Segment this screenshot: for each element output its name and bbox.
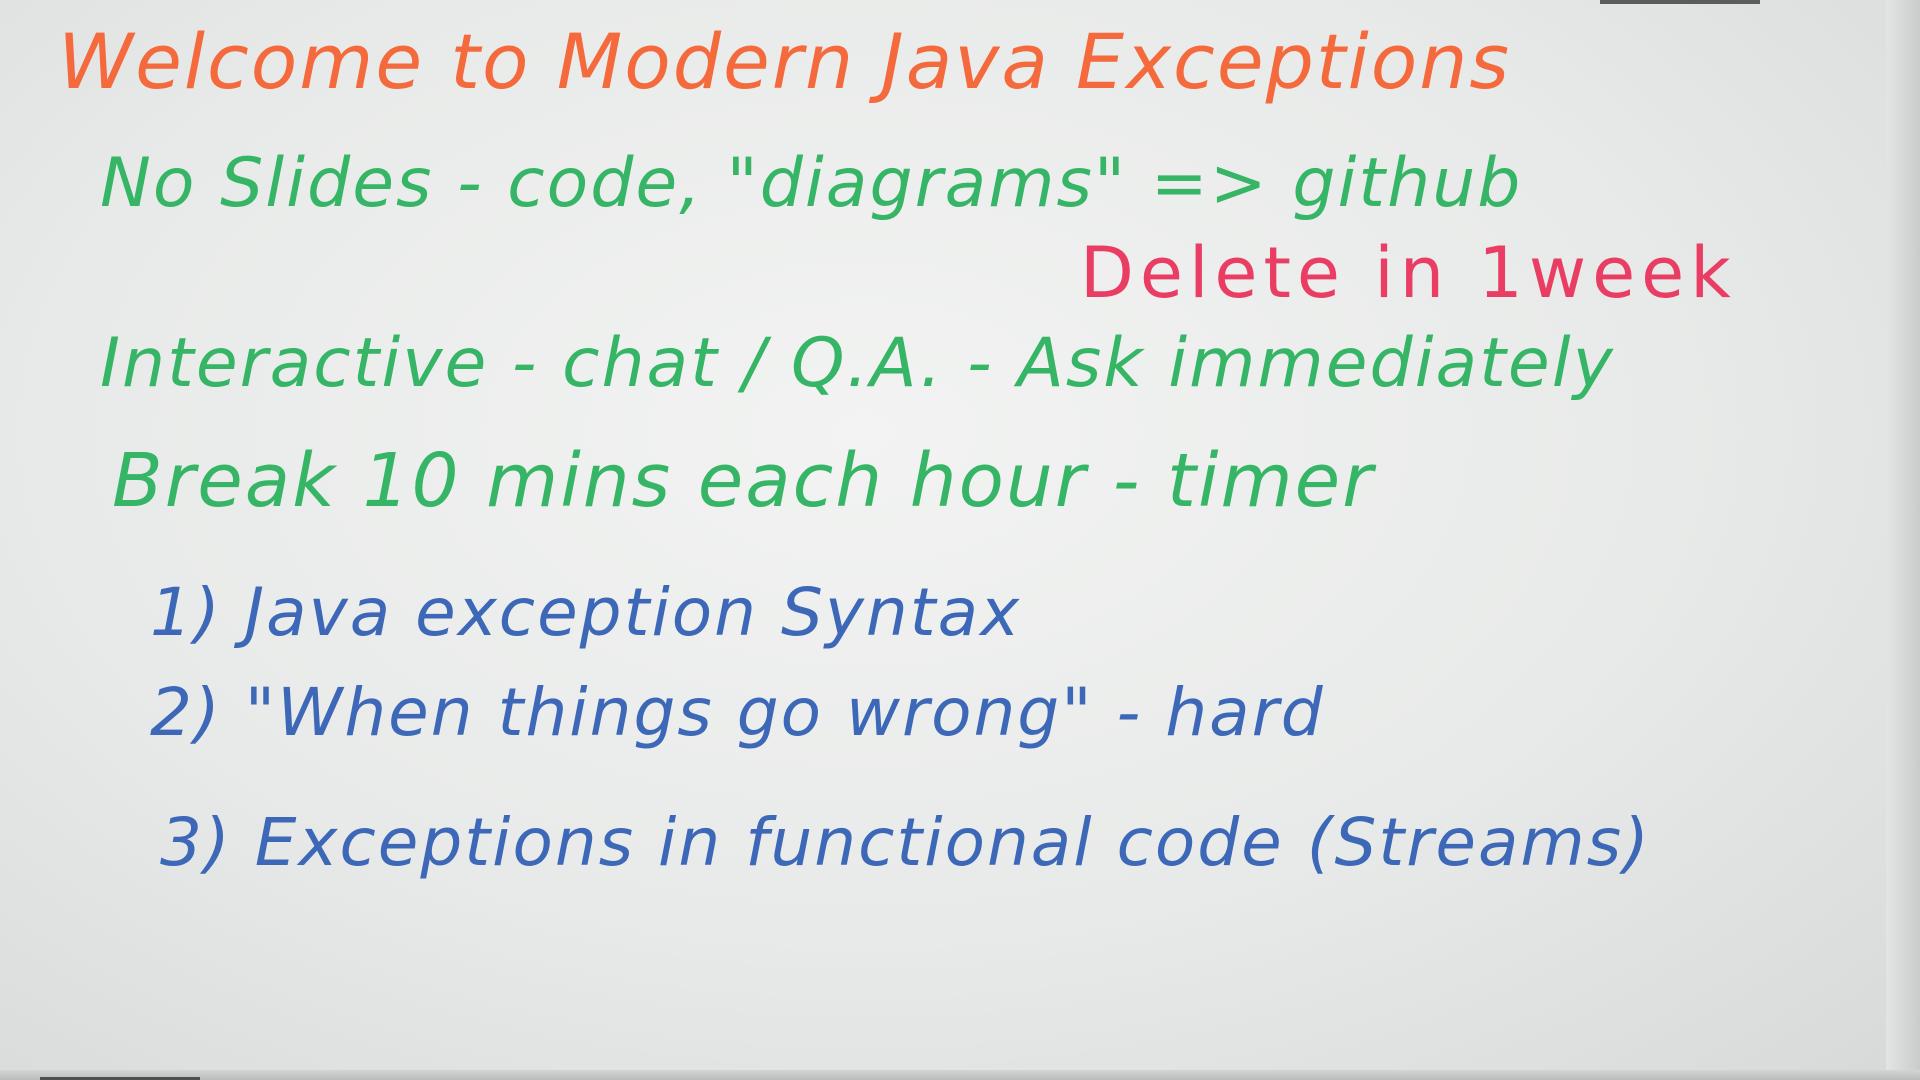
board-frame-top [1600, 0, 1760, 4]
board-edge-bottom [0, 1070, 1920, 1080]
note-delete-in-1-week: Delete in 1week [1080, 232, 1737, 314]
agenda-item-1: 1) Java exception Syntax [150, 574, 1022, 651]
agenda-item-3: 3) Exceptions in functional code (Stream… [160, 804, 1651, 881]
whiteboard: Welcome to Modern Java Exceptions No Sli… [0, 0, 1920, 1080]
board-edge-right [1886, 0, 1920, 1080]
note-break: Break 10 mins each hour - timer [112, 438, 1375, 524]
note-no-slides: No Slides - code, "diagrams" => github [100, 144, 1523, 223]
whiteboard-title: Welcome to Modern Java Exceptions [58, 17, 1511, 106]
agenda-item-2: 2) "When things go wrong" - hard [150, 674, 1325, 751]
note-interactive: Interactive - chat / Q.A. - Ask immediat… [100, 324, 1615, 403]
